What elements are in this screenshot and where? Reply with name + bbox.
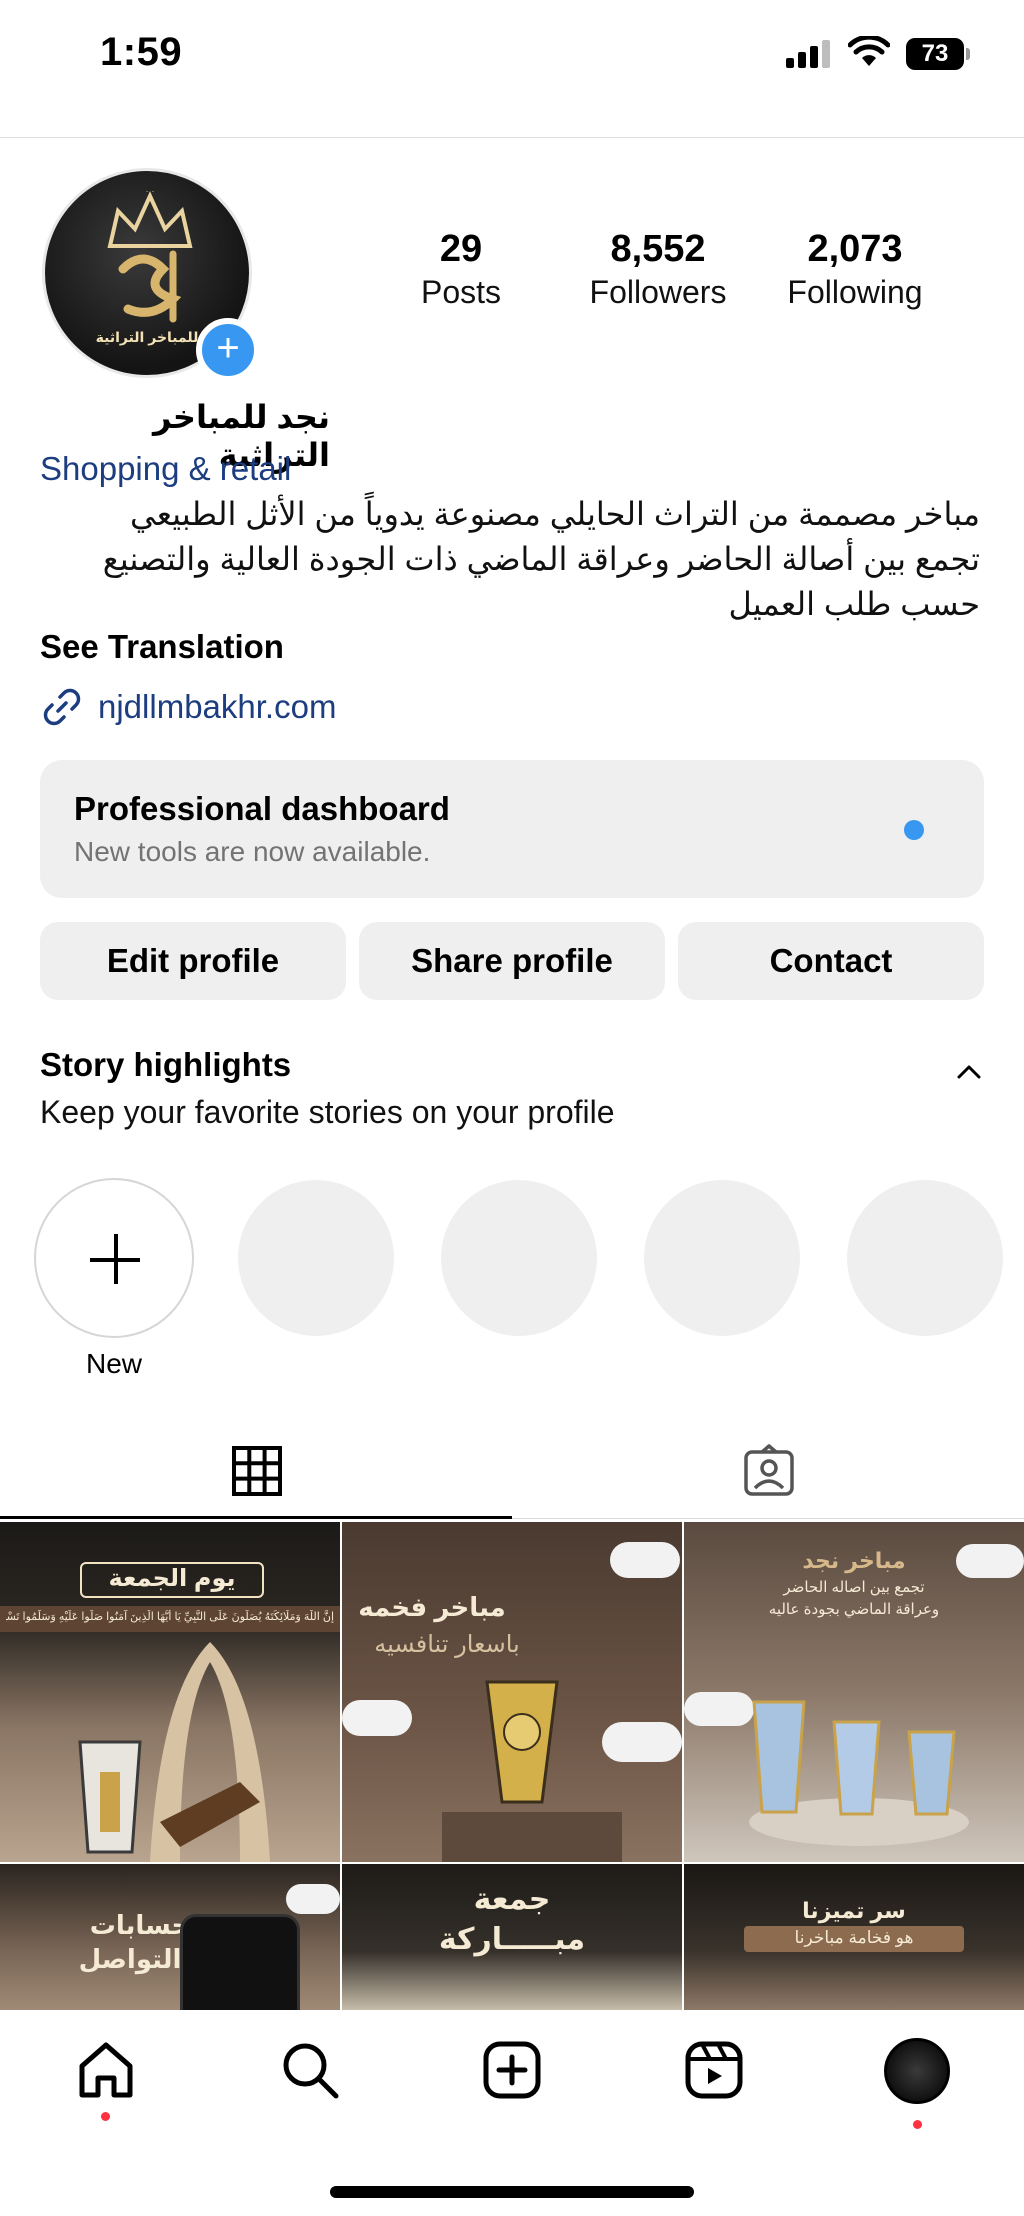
highlight-placeholder xyxy=(847,1180,1003,1336)
new-highlight-label: New xyxy=(85,1348,142,1379)
posts-label: Posts xyxy=(420,274,502,310)
post-thumbnail[interactable]: يوم الجمعة إِنَّ اللَّهَ وَمَلَائِكَتَهُ… xyxy=(0,1522,340,1862)
following-label: Following xyxy=(787,274,923,310)
tab-divider xyxy=(512,1518,1024,1519)
create-icon[interactable] xyxy=(482,2040,542,2100)
chevron-up-icon[interactable] xyxy=(956,1064,982,1080)
highlight-placeholder xyxy=(441,1180,597,1336)
post-thumbnail[interactable]: مباخر نجد تجمع بين اصاله الحاضر وعراقة ا… xyxy=(684,1522,1024,1862)
add-story-button[interactable]: + xyxy=(196,318,260,382)
dashboard-title: Professional dashboard xyxy=(74,790,450,827)
bio-line: مباخر مصممة من التراث الحايلي مصنوعة يدو… xyxy=(130,496,980,532)
new-highlight-button[interactable] xyxy=(34,1178,194,1338)
grid-icon xyxy=(232,1446,282,1496)
post-subtitle: إِنَّ اللَّهَ وَمَلَائِكَتَهُ يُصَلُّونَ… xyxy=(6,1611,334,1623)
following-stat[interactable]: 2,073 Following xyxy=(770,226,940,312)
bio-line: حسب طلب العميل xyxy=(728,586,980,622)
tab-posts-grid[interactable] xyxy=(0,1422,512,1522)
website-link-text: njdllmbakhr.com xyxy=(98,688,337,725)
battery-icon: 73 xyxy=(906,38,970,70)
header-divider xyxy=(0,137,1024,138)
incense-burner-image xyxy=(78,1642,270,1862)
posts-count: 29 xyxy=(439,228,483,270)
battery-level: 73 xyxy=(906,38,964,70)
post-thumbnail[interactable]: جمعة مبـــــاركة xyxy=(342,1864,682,2010)
profile-notification-dot xyxy=(913,2120,922,2129)
share-profile-button[interactable]: Share profile xyxy=(359,922,665,1000)
professional-dashboard[interactable]: Professional dashboard New tools are now… xyxy=(40,760,984,898)
tagged-icon xyxy=(744,1444,794,1496)
post-title: مباخر فخمه xyxy=(358,1592,506,1622)
post-thumbnail[interactable]: مباخر فخمه باسعار تنافسيه xyxy=(342,1522,682,1862)
incense-burners-image xyxy=(749,1700,969,1846)
edit-profile-button[interactable]: Edit profile xyxy=(40,922,346,1000)
home-indicator xyxy=(330,2186,694,2198)
highlights-title: Story highlights xyxy=(40,1046,292,1083)
posts-stat[interactable]: 29 Posts xyxy=(376,226,546,312)
home-icon[interactable] xyxy=(76,2040,136,2100)
status-time: 1:59 xyxy=(100,30,183,74)
bio-line: تجمع بين أصالة الحاضر وعراقة الماضي ذات … xyxy=(102,541,980,577)
notification-dot xyxy=(904,820,924,840)
post-title: مباخر نجد xyxy=(802,1548,906,1573)
post-thumbnail[interactable]: سر تميزنا هو فخامة مباخرنا xyxy=(684,1864,1024,2010)
dashboard-subtitle: New tools are now available. xyxy=(74,836,431,867)
tab-tagged[interactable] xyxy=(512,1422,1024,1522)
incense-burner-image xyxy=(442,1680,622,1862)
post-subtitle-2: وعراقة الماضي بجودة عاليه xyxy=(768,1601,940,1618)
website-link[interactable]: njdllmbakhr.com xyxy=(40,685,336,729)
following-count: 2,073 xyxy=(807,228,903,270)
calligraphy-logo-icon xyxy=(118,250,182,323)
profile-tab-avatar[interactable] xyxy=(884,2038,950,2104)
profile-bio: مباخر مصممة من التراث الحايلي مصنوعة يدو… xyxy=(40,492,980,627)
link-icon xyxy=(43,688,81,726)
post-title: يوم الجمعة xyxy=(108,1565,236,1592)
post-title: سر تميزنا xyxy=(802,1898,906,1923)
followers-stat[interactable]: 8,552 Followers xyxy=(573,226,743,312)
post-subtitle: مبـــــاركة xyxy=(438,1923,586,1956)
highlight-placeholder xyxy=(238,1180,394,1336)
post-thumbnail[interactable]: حسابات التواصل xyxy=(0,1864,340,2010)
home-notification-dot xyxy=(101,2112,110,2121)
profile-category: Shopping & retail xyxy=(40,450,292,487)
wifi-icon xyxy=(848,36,890,66)
highlight-placeholder xyxy=(644,1180,800,1336)
post-subtitle: تجمع بين اصاله الحاضر xyxy=(783,1579,925,1596)
active-tab-indicator xyxy=(0,1516,512,1519)
reels-icon[interactable] xyxy=(684,2040,744,2100)
followers-count: 8,552 xyxy=(610,228,706,270)
contact-button[interactable]: Contact xyxy=(678,922,984,1000)
cellular-signal-icon xyxy=(786,40,830,68)
post-title: جمعة xyxy=(473,1883,551,1916)
see-translation-link[interactable]: See Translation xyxy=(40,628,284,666)
search-icon[interactable] xyxy=(280,2040,340,2100)
post-subtitle: هو فخامة مباخرنا xyxy=(794,1928,914,1947)
status-bar: 1:59 73 xyxy=(0,0,1024,110)
followers-label: Followers xyxy=(589,274,727,310)
highlights-subtitle: Keep your favorite stories on your profi… xyxy=(40,1094,615,1130)
